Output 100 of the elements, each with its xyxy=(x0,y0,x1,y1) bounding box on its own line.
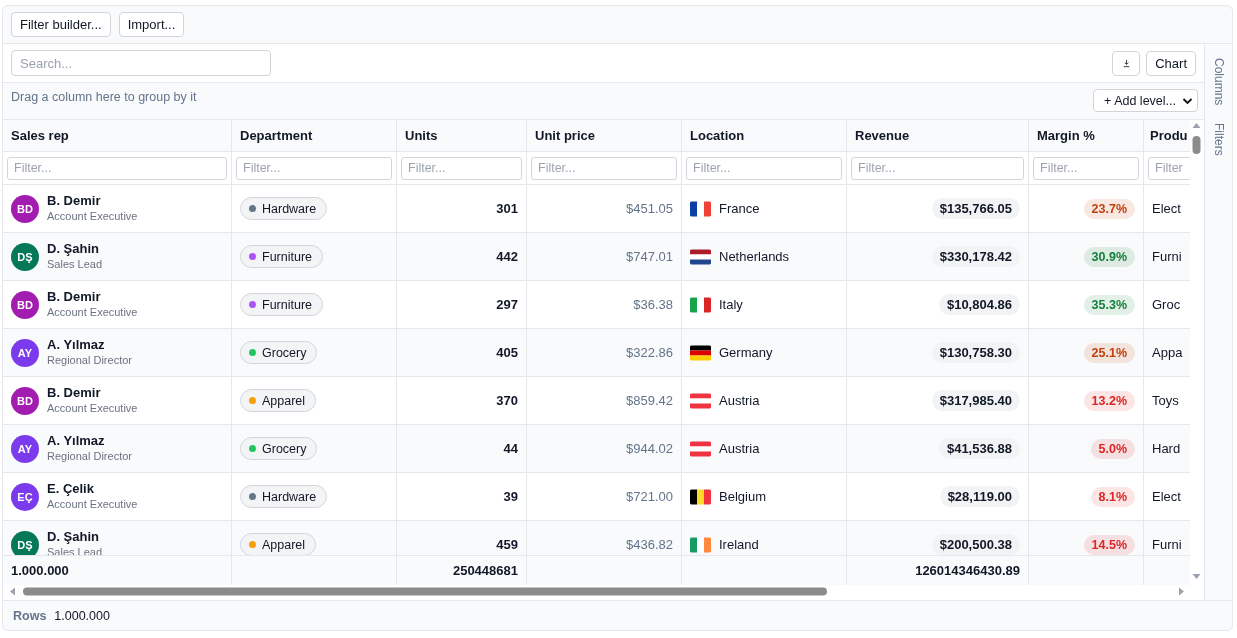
table-row[interactable]: AY A. Yılmaz Regional Director Grocery 405 $322.86 Germany $130,758.30 25.1% Appa xyxy=(3,329,1190,377)
rep-title: Regional Director xyxy=(47,353,132,368)
rep-title: Account Executive xyxy=(47,401,138,416)
location-name: Netherlands xyxy=(719,249,790,264)
rep-title: Sales Lead xyxy=(47,257,103,272)
location-name: France xyxy=(719,201,760,216)
revenue-value: $200,500.38 xyxy=(931,534,1020,555)
avatar: DŞ xyxy=(11,242,39,271)
rows-label: Rows xyxy=(13,608,47,623)
department-label: Furniture xyxy=(262,249,313,264)
avatar: BD xyxy=(11,194,39,223)
toolbar-button[interactable]: Import... xyxy=(118,12,185,37)
units-value: 459 xyxy=(496,537,518,552)
location-name: Austria xyxy=(719,441,760,456)
units-value: 301 xyxy=(496,201,518,216)
column-header[interactable]: Department xyxy=(232,120,397,151)
footer-total: 1.000.000 xyxy=(11,563,69,578)
rep-title: Account Executive xyxy=(47,497,138,512)
filter-field[interactable]: Filter... xyxy=(236,156,392,180)
footer-total: 250448681 xyxy=(452,563,518,578)
filter-field[interactable]: Filter... xyxy=(686,156,842,180)
product-value: Hard xyxy=(1152,441,1181,456)
search-field[interactable]: Search... xyxy=(11,50,271,76)
side-tab[interactable]: Columns xyxy=(1211,58,1226,106)
price-value: $721.00 xyxy=(626,489,673,504)
flag-icon xyxy=(690,440,711,457)
column-header[interactable]: Units xyxy=(397,120,527,151)
margin-value: 23.7% xyxy=(1083,198,1135,219)
avatar: BD xyxy=(11,386,39,415)
department-label: Furniture xyxy=(262,297,313,312)
column-header[interactable]: Unit price xyxy=(527,120,682,151)
add-level-select[interactable]: + Add level... xyxy=(1093,89,1198,112)
department-label: Hardware xyxy=(262,201,317,216)
filter-field[interactable]: Filter... xyxy=(531,156,677,180)
column-header[interactable]: Sales rep xyxy=(3,120,232,151)
department-label: Apparel xyxy=(262,393,306,408)
table-row[interactable]: BD B. Demir Account Executive Furniture 297 $36.38 Italy $10,804.86 35.3% Groc xyxy=(3,281,1190,329)
revenue-value: $330,178.42 xyxy=(931,246,1020,267)
filter-field[interactable]: Filter... xyxy=(401,156,522,180)
avatar: BD xyxy=(11,290,39,319)
filter-field[interactable]: Filter xyxy=(1148,156,1190,180)
department-label: Grocery xyxy=(262,441,307,456)
margin-value: 25.1% xyxy=(1083,342,1135,363)
table-row[interactable]: EÇ E. Çelik Account Executive Hardware 39 $721.00 Belgium $28,119.00 8.1% Elect xyxy=(3,473,1190,521)
column-header[interactable]: Revenue xyxy=(847,120,1029,151)
revenue-value: $130,758.30 xyxy=(931,342,1020,363)
chart-button[interactable]: Chart xyxy=(1146,50,1196,76)
download-icon xyxy=(1121,58,1131,68)
margin-value: 30.9% xyxy=(1083,246,1135,267)
revenue-value: $41,536.88 xyxy=(938,438,1020,459)
rep-name: D. Şahin xyxy=(47,241,100,257)
revenue-value: $317,985.40 xyxy=(931,390,1020,411)
table-row[interactable]: BD B. Demir Account Executive Apparel 370 $859.42 Austria $317,985.40 13.2% Toys xyxy=(3,377,1190,425)
filter-field[interactable]: Filter... xyxy=(1033,156,1139,180)
price-value: $451.05 xyxy=(626,201,673,216)
department-label: Apparel xyxy=(262,537,306,552)
filter-field[interactable]: Filter... xyxy=(851,156,1024,180)
units-value: 39 xyxy=(503,489,518,504)
units-value: 405 xyxy=(496,345,518,360)
rep-name: B. Demir xyxy=(47,289,102,305)
group-hint: Drag a column here to group by it xyxy=(11,90,197,106)
column-header[interactable]: Location xyxy=(682,120,847,151)
revenue-value: $28,119.00 xyxy=(939,486,1020,507)
price-value: $859.42 xyxy=(626,393,673,408)
side-tab[interactable]: Filters xyxy=(1211,123,1226,157)
flag-icon xyxy=(690,200,711,217)
location-name: Belgium xyxy=(719,489,766,504)
toolbar-button[interactable]: Filter builder... xyxy=(11,12,111,37)
table-row[interactable]: AY A. Yılmaz Regional Director Grocery 44 $944.02 Austria $41,536.88 5.0% Hard xyxy=(3,425,1190,473)
revenue-value: $10,804.86 xyxy=(938,294,1020,315)
price-value: $322.86 xyxy=(626,345,673,360)
table-row[interactable]: DŞ D. Şahin Sales Lead Furniture 442 $747.01 Netherlands $330,178.42 30.9% Furni xyxy=(3,233,1190,281)
product-value: Elect xyxy=(1152,489,1181,504)
department-label: Hardware xyxy=(262,489,317,504)
margin-value: 5.0% xyxy=(1090,438,1135,459)
flag-icon xyxy=(690,536,711,553)
flag-icon xyxy=(690,248,711,265)
price-value: $944.02 xyxy=(626,441,673,456)
rep-title: Account Executive xyxy=(47,305,138,320)
rep-name: B. Demir xyxy=(47,193,102,209)
table-row[interactable]: BD B. Demir Account Executive Hardware 301 $451.05 France $135,766.05 23.7% Elect xyxy=(3,185,1190,233)
filter-field[interactable]: Filter... xyxy=(7,156,227,180)
rep-title: Account Executive xyxy=(47,209,138,224)
rep-name: A. Yılmaz xyxy=(47,337,106,353)
price-value: $436.82 xyxy=(626,537,673,552)
price-value: $747.01 xyxy=(626,249,673,264)
flag-icon xyxy=(690,296,711,313)
rep-name: D. Şahin xyxy=(47,529,100,545)
column-header[interactable]: Margin % xyxy=(1029,120,1144,151)
revenue-value: $135,766.05 xyxy=(931,198,1020,219)
margin-value: 35.3% xyxy=(1083,294,1135,315)
department-label: Grocery xyxy=(262,345,307,360)
download-button[interactable] xyxy=(1112,50,1141,76)
footer-total: 126014346430.89 xyxy=(915,563,1020,578)
flag-icon xyxy=(690,344,711,361)
rows-count: 1.000.000 xyxy=(54,608,110,623)
units-value: 297 xyxy=(496,297,518,312)
product-value: Furni xyxy=(1152,249,1182,264)
margin-value: 13.2% xyxy=(1083,390,1135,411)
margin-value: 14.5% xyxy=(1083,534,1135,555)
